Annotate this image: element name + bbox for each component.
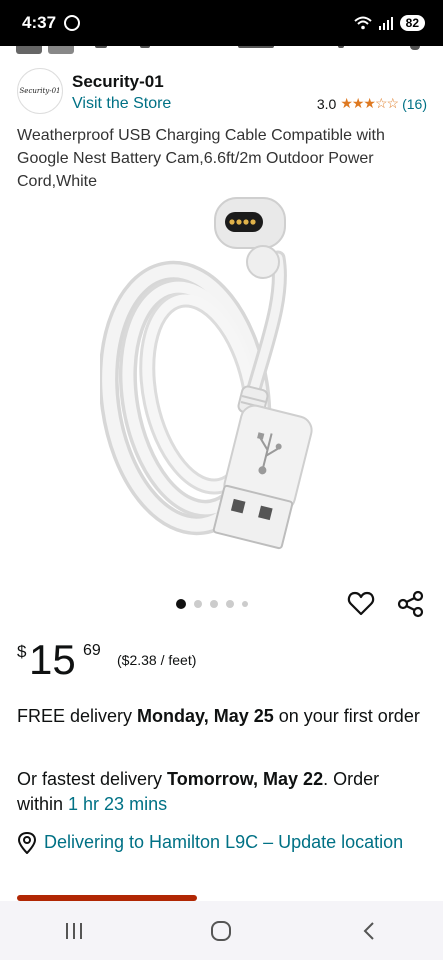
price-fraction: 69 [83, 642, 101, 659]
status-icons: 82 [353, 15, 425, 31]
seller-logo[interactable]: Security-01 [17, 68, 63, 114]
heart-icon[interactable] [347, 590, 375, 618]
rating-summary[interactable]: 3.0 ★★★☆☆ (16) [317, 95, 427, 112]
seller-logo-text: Security-01 [19, 87, 61, 95]
carousel-dot[interactable] [194, 600, 202, 608]
wifi-icon [353, 16, 372, 30]
product-image[interactable] [100, 188, 350, 558]
stock-status-peek [17, 893, 197, 901]
battery-icon: 82 [399, 15, 425, 31]
status-time: 4:37 [22, 13, 57, 32]
notification-icon [64, 15, 81, 31]
seller-name[interactable]: Security-01 [72, 72, 164, 92]
peek-text [338, 46, 344, 48]
rating-value: 3.0 [316, 95, 337, 112]
fastest-delivery-info: Or fastest delivery Tomorrow, May 22. Or… [17, 767, 427, 817]
signal-icon [378, 17, 393, 30]
status-bar: 4:37 82 [0, 0, 443, 46]
product-title: Weatherproof USB Charging Cable Compatib… [17, 127, 385, 190]
carousel-dot[interactable] [176, 599, 186, 609]
share-icon[interactable] [397, 590, 425, 618]
free-delivery-suffix: on your first order [273, 706, 420, 726]
location-pin-icon [17, 832, 37, 854]
free-delivery-date: Monday, May 25 [137, 706, 274, 726]
cable-thumbnail-icon [16, 46, 74, 54]
carousel-dot[interactable] [210, 600, 218, 608]
peek-text [238, 46, 274, 48]
back-button[interactable] [349, 911, 389, 951]
price-whole: 15 [29, 636, 76, 683]
delivery-countdown: 1 hr 23 mins [68, 794, 168, 814]
system-nav-bar [0, 901, 443, 960]
fast-delivery-prefix: Or fastest delivery [17, 769, 168, 789]
rating-stars-icon: ★★★☆☆ [340, 95, 399, 111]
free-delivery-prefix: FREE delivery [17, 706, 138, 726]
rating-count[interactable]: (16) [402, 96, 427, 112]
visit-store-link[interactable]: Visit the Store [72, 95, 171, 113]
fast-delivery-date: Tomorrow, May 22 [167, 769, 324, 789]
back-icon [363, 921, 374, 940]
unit-price: ($2.38 / feet) [117, 652, 197, 668]
peek-text [410, 46, 420, 50]
free-delivery-info: FREE delivery Monday, May 25 on your fir… [17, 704, 427, 729]
seller-row: Security-01 Security-01 Visit the Store … [17, 68, 427, 116]
peek-text [95, 46, 107, 48]
recent-apps-icon [65, 922, 82, 939]
status-time-group: 4:37 [22, 13, 81, 33]
recent-apps-button[interactable] [54, 911, 94, 951]
carousel-dot[interactable] [226, 600, 234, 608]
previous-content-peek [0, 46, 443, 60]
location-link[interactable]: Delivering to Hamilton L9C – Update loca… [44, 830, 414, 855]
home-icon [211, 920, 232, 941]
price-currency: $ [17, 642, 27, 661]
carousel-dot[interactable] [242, 601, 248, 607]
peek-text [140, 46, 150, 48]
home-button[interactable] [201, 911, 241, 951]
image-carousel-indicator[interactable] [176, 599, 248, 609]
